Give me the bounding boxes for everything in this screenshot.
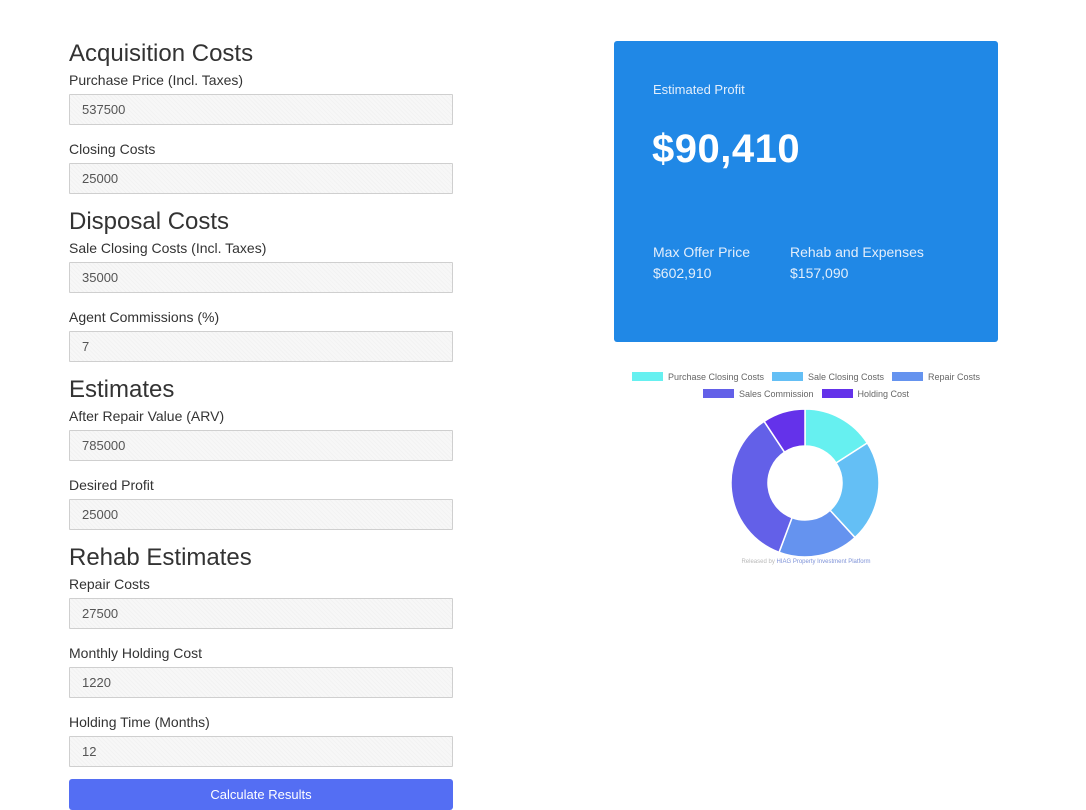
repair-costs-label: Repair Costs xyxy=(69,576,150,592)
calculate-results-button[interactable]: Calculate Results xyxy=(69,779,453,810)
purchase-price-input[interactable] xyxy=(69,94,453,125)
chart-credit: Released by HIAG Property Investment Pla… xyxy=(614,559,998,565)
max-offer-value: $602,910 xyxy=(653,265,712,281)
sale-closing-costs-input[interactable] xyxy=(69,262,453,293)
agent-commissions-input[interactable] xyxy=(69,331,453,362)
holding-time-input[interactable] xyxy=(69,736,453,767)
chart-credit-link[interactable]: HIAG Property Investment Platform xyxy=(777,559,871,565)
legend-label: Holding Cost xyxy=(857,388,910,399)
legend-swatch xyxy=(821,389,853,398)
legend-item[interactable]: Repair Costs xyxy=(892,372,980,382)
legend-swatch xyxy=(631,372,663,381)
legend-swatch xyxy=(892,372,924,381)
holding-time-label: Holding Time (Months) xyxy=(69,714,210,730)
desired-profit-label: Desired Profit xyxy=(69,477,154,493)
cost-breakdown-chart: Purchase Closing Costs Sale Closing Costs… xyxy=(614,368,998,578)
rehab-expenses-label: Rehab and Expenses xyxy=(790,244,924,260)
arv-input[interactable] xyxy=(69,430,453,461)
estimated-profit-value: $90,410 xyxy=(652,127,801,171)
estimates-heading: Estimates xyxy=(69,376,175,403)
legend-row: Sales Commission Holding Cost xyxy=(614,385,998,402)
legend-swatch xyxy=(702,389,734,398)
chart-credit-prefix: Released by xyxy=(741,559,775,565)
legend-label: Purchase Closing Costs xyxy=(667,371,764,382)
legend-item[interactable]: Sale Closing Costs xyxy=(771,371,885,382)
legend-label: Sales Commission xyxy=(738,388,814,399)
closing-costs-label: Closing Costs xyxy=(69,141,156,157)
desired-profit-input[interactable] xyxy=(69,499,453,530)
sale-closing-costs-label: Sale Closing Costs (Incl. Taxes) xyxy=(69,240,267,256)
closing-costs-input[interactable] xyxy=(69,163,453,194)
monthly-holding-cost-label: Monthly Holding Cost xyxy=(69,645,203,661)
donut-chart xyxy=(730,408,880,558)
legend-item[interactable]: Sales Commission xyxy=(702,388,814,399)
chart-legend: Purchase Closing Costs Sale Closing Costs… xyxy=(614,368,998,402)
disposal-costs-heading: Disposal Costs xyxy=(69,208,230,235)
max-offer-label: Max Offer Price xyxy=(653,244,750,260)
legend-item[interactable]: Holding Cost xyxy=(821,388,910,399)
purchase-price-label: Purchase Price (Incl. Taxes) xyxy=(69,72,244,88)
legend-row: Purchase Closing Costs Sale Closing Costs… xyxy=(614,368,998,385)
legend-swatch xyxy=(771,372,803,381)
repair-costs-input[interactable] xyxy=(69,598,453,629)
calculator-form: Acquisition Costs Purchase Price (Incl. … xyxy=(69,40,453,810)
rehab-estimates-heading: Rehab Estimates xyxy=(69,544,252,571)
estimated-profit-label: Estimated Profit xyxy=(653,82,745,97)
monthly-holding-cost-input[interactable] xyxy=(69,667,453,698)
acquisition-costs-heading: Acquisition Costs xyxy=(69,40,254,67)
agent-commissions-label: Agent Commissions (%) xyxy=(69,309,220,325)
arv-label: After Repair Value (ARV) xyxy=(69,408,225,424)
legend-label: Sale Closing Costs xyxy=(807,371,885,382)
rehab-expenses-value: $157,090 xyxy=(790,265,849,281)
legend-item[interactable]: Purchase Closing Costs xyxy=(631,371,764,382)
profit-summary-card: Estimated Profit $90,410 Max Offer Price… xyxy=(614,41,998,342)
legend-label: Repair Costs xyxy=(928,371,981,382)
